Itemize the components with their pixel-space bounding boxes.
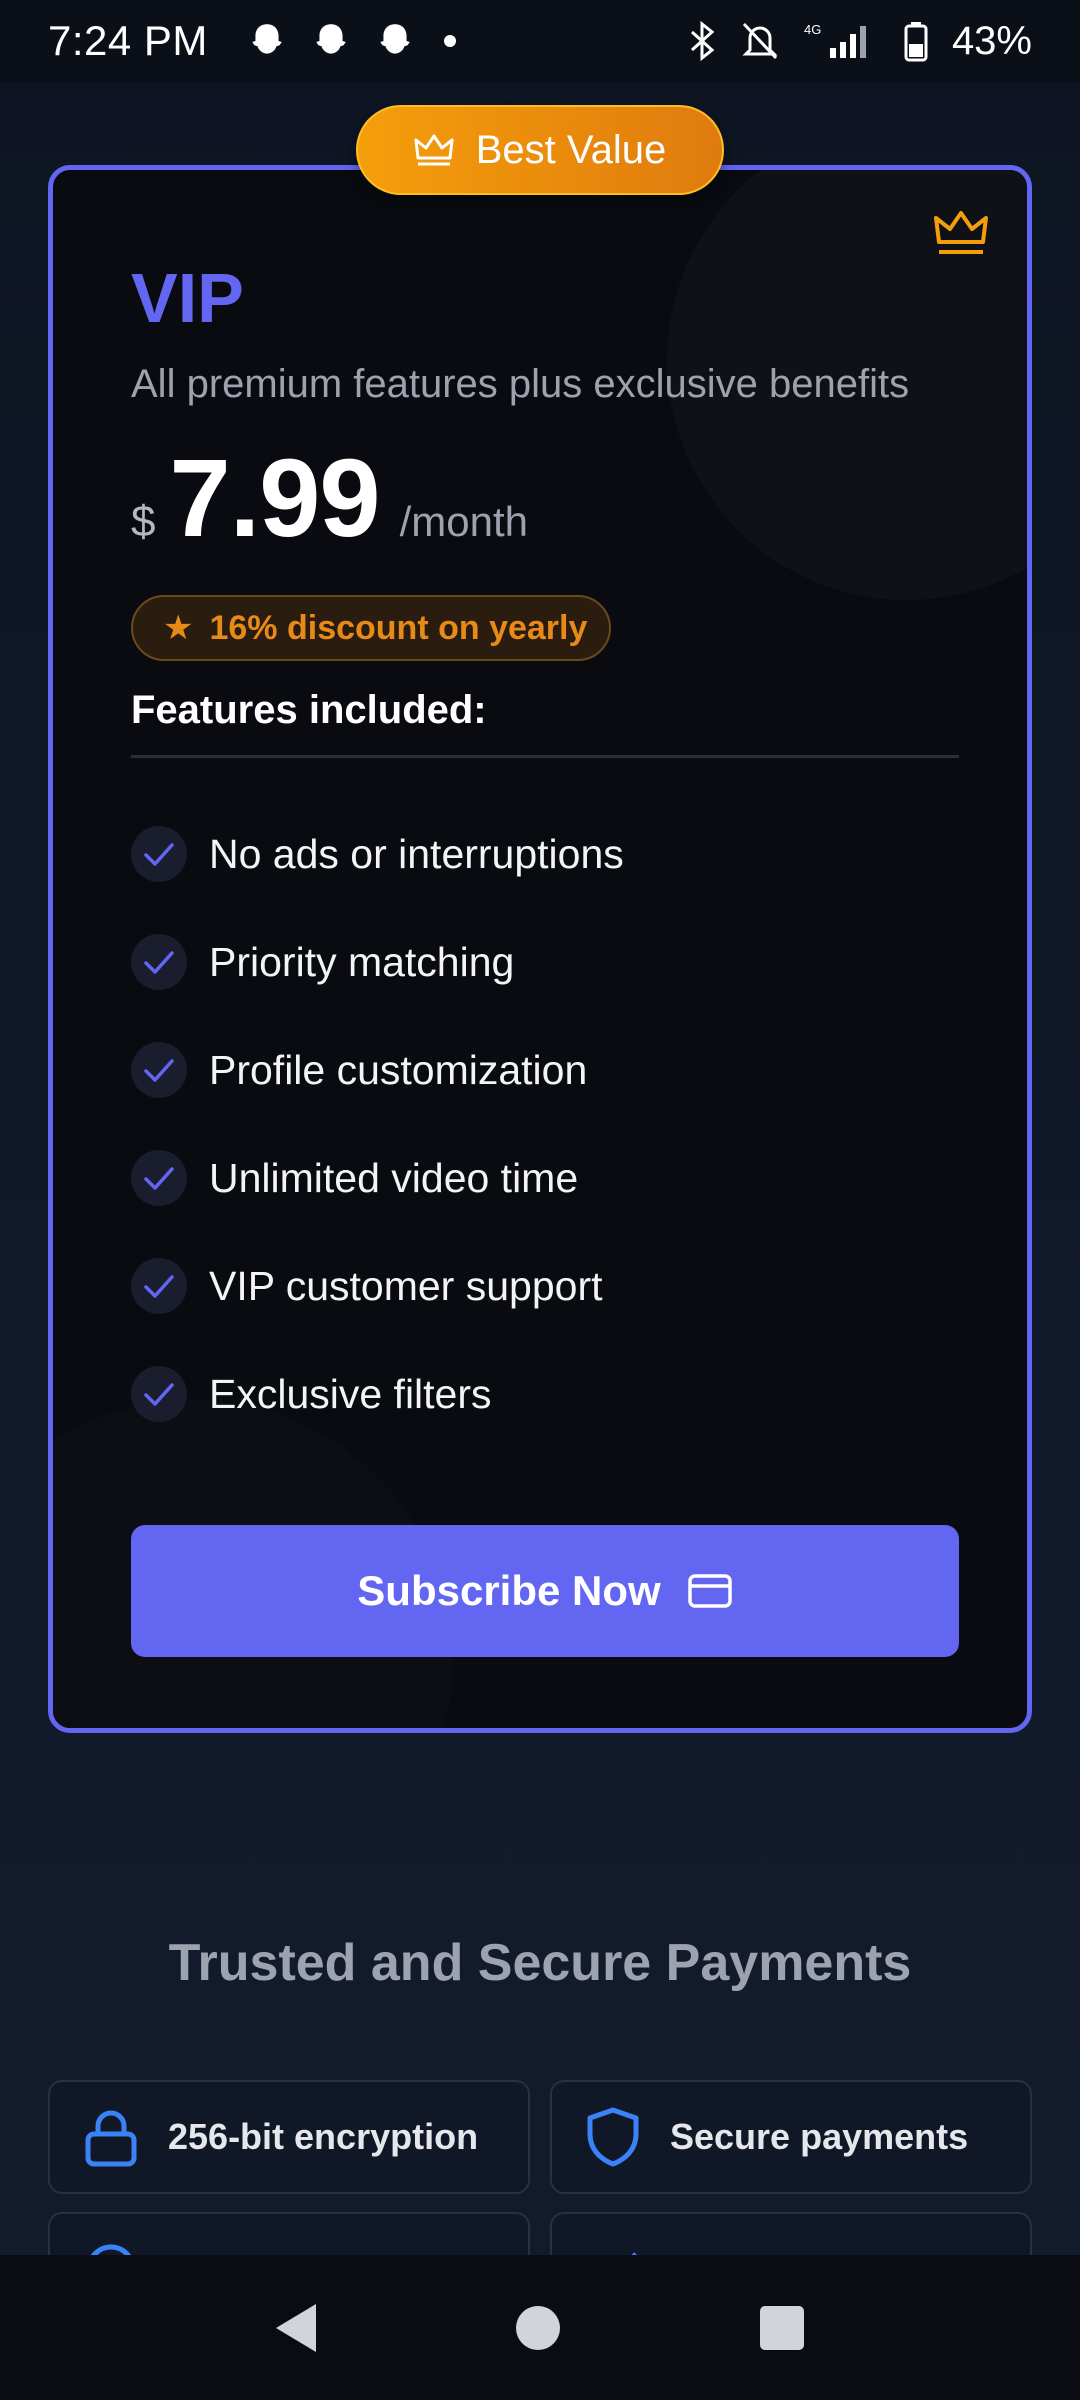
trust-item-secure-payments: Secure payments — [550, 2080, 1032, 2194]
check-icon — [131, 826, 187, 882]
best-value-badge: Best Value — [356, 105, 724, 195]
feature-label: Unlimited video time — [209, 1154, 579, 1201]
plan-name: VIP — [131, 259, 244, 337]
feature-label: Exclusive filters — [209, 1370, 492, 1417]
back-button[interactable] — [276, 2303, 316, 2352]
discount-label: 16% discount on yearly — [209, 608, 588, 647]
crown-icon — [934, 211, 988, 254]
price-period: /month — [399, 498, 528, 545]
check-icon — [131, 1258, 187, 1314]
status-right: 4G 43% — [688, 19, 1032, 64]
trust-item-encryption: 256-bit encryption — [48, 2080, 530, 2194]
notification-icons — [246, 20, 456, 62]
feature-item: VIP customer support — [131, 1232, 959, 1340]
discount-badge: ★ 16% discount on yearly — [131, 595, 611, 661]
credit-card-icon — [687, 1574, 732, 1608]
check-icon — [131, 934, 187, 990]
screen: 7:24 PM 4G 43% Best Value VIP All premiu… — [0, 0, 1080, 2400]
network-type: 4G — [804, 22, 821, 37]
feature-label: No ads or interruptions — [209, 830, 624, 877]
feature-item: No ads or interruptions — [131, 800, 959, 908]
feature-item: Profile customization — [131, 1016, 959, 1124]
system-navigation-bar — [0, 2255, 1080, 2400]
vip-plan-card: VIP All premium features plus exclusive … — [48, 165, 1032, 1733]
snapchat-icon — [380, 24, 410, 54]
signal-icon: 4G — [804, 22, 866, 58]
trust-item-label: Secure payments — [670, 2116, 969, 2157]
battery-percent: 43% — [951, 18, 1032, 63]
subscribe-now-button[interactable]: Subscribe Now — [131, 1525, 959, 1657]
feature-item: Priority matching — [131, 908, 959, 1016]
price-row: $ 7.99 /month — [131, 435, 528, 562]
more-notifications-dot — [443, 35, 456, 47]
recent-apps-button[interactable] — [760, 2305, 804, 2350]
feature-item: Unlimited video time — [131, 1124, 959, 1232]
price-currency: $ — [131, 497, 156, 546]
plan-description: All premium features plus exclusive bene… — [131, 362, 910, 406]
star-icon: ★ — [163, 609, 194, 647]
bluetooth-icon — [690, 20, 715, 62]
status-time: 7:24 PM — [48, 17, 208, 64]
status-bar: 7:24 PM 4G 43% — [0, 0, 1080, 82]
home-button[interactable] — [516, 2305, 560, 2350]
feature-label: Profile customization — [209, 1046, 588, 1093]
trust-item-label: 256-bit encryption — [168, 2116, 479, 2157]
feature-label: VIP customer support — [209, 1262, 603, 1309]
feature-label: Priority matching — [209, 938, 515, 985]
divider — [131, 755, 959, 758]
battery-icon — [904, 22, 928, 62]
price-amount: 7.99 — [169, 437, 380, 560]
features-title: Features included: — [131, 688, 487, 732]
snapchat-icon — [252, 24, 282, 54]
check-icon — [131, 1366, 187, 1422]
check-icon — [131, 1150, 187, 1206]
best-value-label: Best Value — [475, 127, 667, 172]
check-icon — [131, 1042, 187, 1098]
trusted-section-title: Trusted and Secure Payments — [168, 1934, 912, 1992]
snapchat-icon — [316, 24, 346, 54]
feature-list: No ads or interruptions Priority matchin… — [131, 800, 959, 1448]
shield-icon — [587, 2107, 639, 2167]
lock-icon — [85, 2110, 137, 2167]
crown-icon — [414, 134, 454, 166]
mute-bell-icon — [742, 22, 778, 60]
feature-item: Exclusive filters — [131, 1340, 959, 1448]
subscribe-label: Subscribe Now — [357, 1567, 661, 1614]
